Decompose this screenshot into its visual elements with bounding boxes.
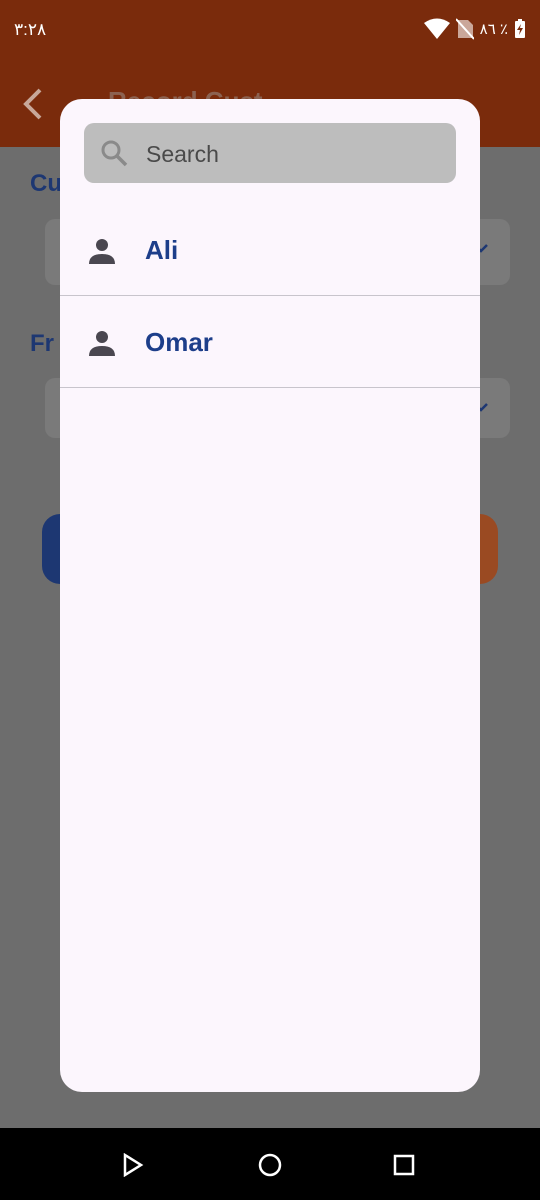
list-item-label: Ali (145, 235, 179, 265)
no-sim-icon (455, 18, 474, 40)
back-triangle-icon (123, 1153, 144, 1177)
person-icon (89, 331, 115, 356)
home-circle-icon (258, 1153, 282, 1177)
list-item-omar[interactable]: Omar (60, 296, 480, 388)
status-icons: ٨٦ ٪ (423, 18, 526, 40)
battery-charging-icon (515, 19, 525, 38)
search-box[interactable] (84, 123, 456, 185)
nav-back-button[interactable] (118, 1150, 148, 1180)
person-icon (89, 239, 115, 264)
field-label-customer: Cu (30, 170, 62, 197)
navigation-bar (0, 1128, 540, 1200)
status-time: ٣:٢٨ (14, 20, 47, 39)
list-item-label: Omar (145, 327, 213, 357)
search-icon (101, 140, 128, 167)
battery-percent: ٨٦ ٪ (479, 21, 508, 38)
recents-square-icon (393, 1154, 415, 1176)
nav-recents-button[interactable] (389, 1150, 419, 1180)
nav-home-button[interactable] (255, 1150, 285, 1180)
wifi-icon (423, 18, 450, 39)
selection-dialog: Ali Omar (60, 99, 480, 1092)
field-label-from: Fr (30, 330, 54, 357)
search-input[interactable] (144, 123, 448, 185)
list-item-ali[interactable]: Ali (60, 204, 480, 296)
back-chevron-icon[interactable] (22, 88, 44, 120)
status-bar: ٣:٢٨ ٨٦ ٪ (0, 0, 540, 60)
